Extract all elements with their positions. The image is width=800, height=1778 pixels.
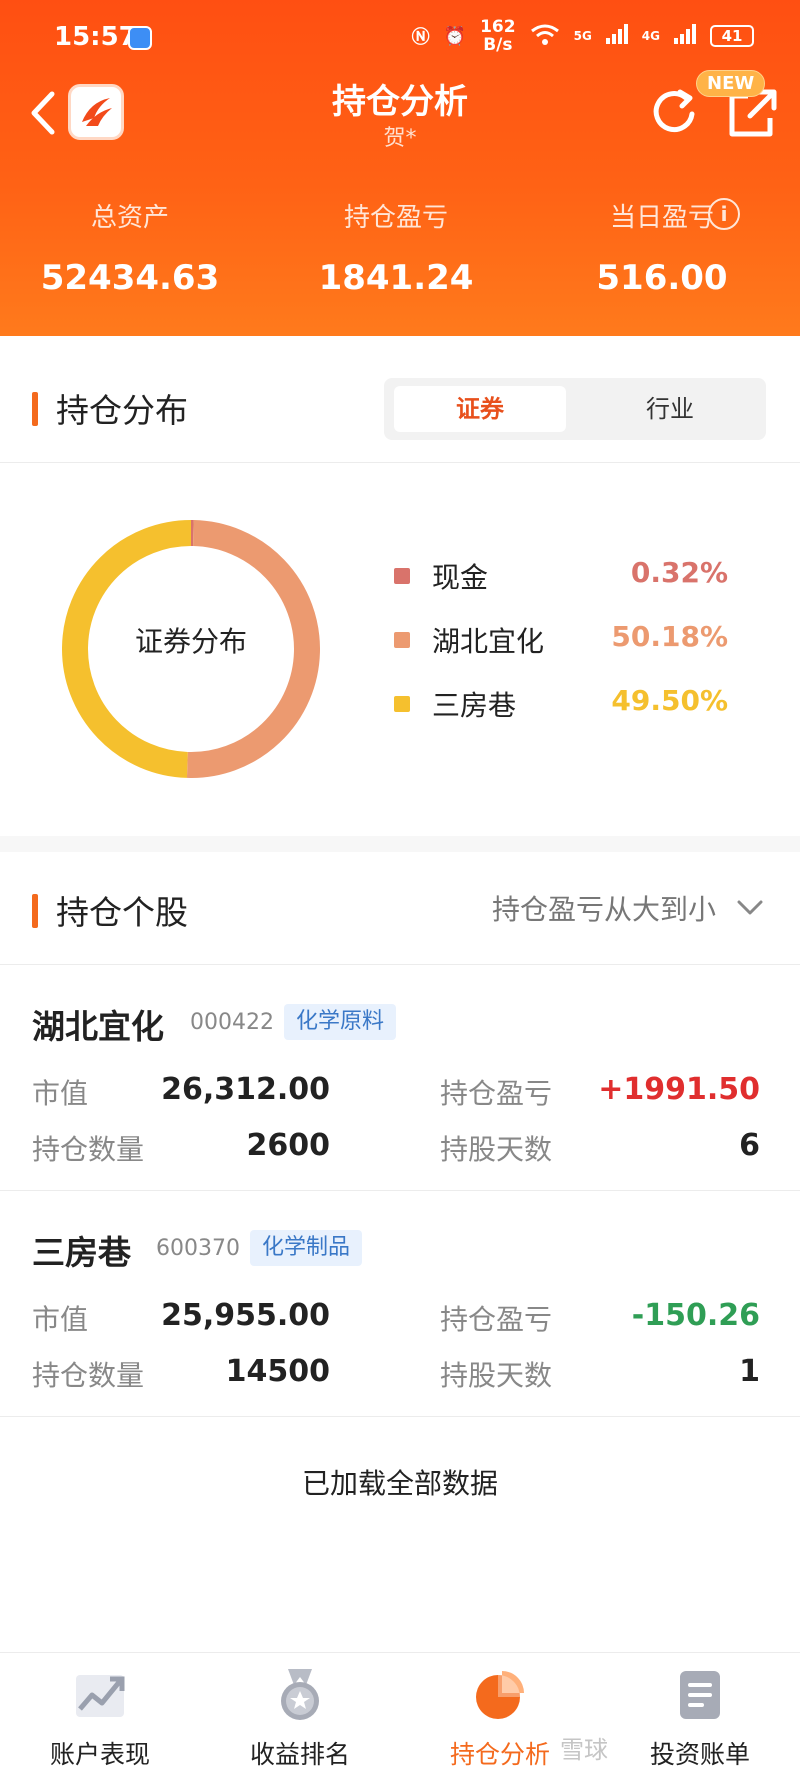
signal-icon (674, 23, 696, 49)
stock-name: 湖北宜化 (32, 1007, 164, 1046)
legend-item: 湖北宜化 50.18% (394, 614, 754, 678)
position-pl-label: 持仓盈亏 (343, 203, 448, 233)
holding-days-value: 1 (739, 1354, 760, 1389)
market-value: 25,955.00 (161, 1298, 330, 1333)
bill-icon (680, 1671, 720, 1719)
distribution-legend: 现金 0.32% 湖北宜化 50.18% 三房巷 49.50% (394, 550, 754, 742)
industry-tag: 化学制品 (250, 1230, 363, 1266)
legend-percent: 49.50% (611, 684, 728, 717)
stock-code: 600370 (156, 1236, 240, 1261)
section-accent-bar (32, 392, 38, 426)
quantity-value: 2600 (246, 1128, 331, 1163)
tab-label: 账户表现 (49, 1740, 150, 1769)
tab-securities[interactable]: 证券 (394, 386, 566, 432)
network-speed: 162 B/s (480, 18, 516, 54)
divider (0, 1190, 800, 1191)
pie-chart-icon (476, 1671, 524, 1719)
legend-name: 湖北宜化 (432, 625, 545, 658)
tab-industry[interactable]: 行业 (584, 386, 756, 432)
section-accent-bar (32, 894, 38, 928)
distribution-title: 持仓分布 (56, 391, 188, 430)
stock-row[interactable]: 湖北宜化 000422 化学原料 市值 26,312.00 持仓盈亏 +1991… (0, 966, 800, 1190)
all-loaded-text: 已加载全部数据 (301, 1467, 498, 1500)
daily-pl: 当日盈亏 516.00 (532, 198, 792, 298)
signal-5g-label: 5G (573, 29, 592, 43)
quantity-value: 14500 (225, 1354, 330, 1389)
legend-item: 现金 0.32% (394, 550, 754, 614)
divider (0, 964, 800, 965)
tab-profit-ranking[interactable]: 收益排名 (200, 1653, 400, 1778)
stock-name: 三房巷 (32, 1233, 131, 1272)
chevron-down-icon (737, 900, 763, 915)
total-assets-label: 总资产 (90, 203, 169, 233)
position-pl-label: 持仓盈亏 (440, 1303, 553, 1336)
legend-swatch (394, 568, 410, 584)
legend-name: 现金 (432, 561, 489, 594)
network-speed-value: 162 (480, 17, 516, 37)
header: 15:57 Ⓝ ⏰ 162 B/s 5G 4G 41 持仓分析 贺* NEW 总… (0, 0, 800, 336)
status-bar: 15:57 Ⓝ ⏰ 162 B/s 5G 4G 41 (0, 0, 800, 76)
market-value: 26,312.00 (161, 1072, 330, 1107)
holding-days-value: 6 (739, 1128, 760, 1163)
legend-item: 三房巷 49.50% (394, 678, 754, 742)
total-assets: 总资产 52434.63 (0, 198, 260, 298)
medal-icon (281, 1669, 319, 1720)
industry-tag: 化学原料 (284, 1004, 397, 1040)
alarm-icon: ⏰ (443, 25, 467, 47)
stock-code: 000422 (190, 1010, 274, 1035)
market-value-label: 市值 (32, 1303, 89, 1336)
bottom-tab-bar: 账户表现 收益排名 持仓分析 投资账单 (0, 1652, 800, 1778)
position-pl: 持仓盈亏 1841.24 (266, 198, 526, 298)
tab-account-performance[interactable]: 账户表现 (0, 1653, 200, 1778)
new-badge: NEW (696, 70, 766, 97)
info-icon[interactable]: i (708, 198, 740, 230)
nfc-icon: Ⓝ (411, 27, 430, 48)
daily-pl-value: 516.00 (596, 258, 728, 298)
sort-label: 持仓盈亏从大到小 (491, 893, 716, 926)
status-time: 15:57 (54, 22, 137, 52)
holding-days-label: 持股天数 (440, 1359, 553, 1392)
watermark: 雪球 (560, 1736, 608, 1764)
wifi-icon (530, 23, 560, 50)
section-gap (0, 836, 800, 852)
asset-summary: 总资产 52434.63 持仓盈亏 1841.24 当日盈亏 516.00 (0, 198, 800, 308)
status-indicators: Ⓝ ⏰ 162 B/s 5G 4G 41 (412, 18, 754, 54)
legend-percent: 0.32% (630, 556, 728, 589)
divider (0, 462, 800, 463)
distribution-toggle: 证券 行业 (384, 378, 766, 440)
legend-percent: 50.18% (611, 620, 728, 653)
refresh-icon[interactable] (646, 84, 702, 140)
battery-icon: 41 (710, 25, 754, 47)
quantity-label: 持仓数量 (32, 1133, 145, 1166)
tab-label: 收益排名 (249, 1740, 350, 1769)
legend-swatch (394, 632, 410, 648)
app-notification-icon (128, 26, 152, 50)
legend-name: 三房巷 (432, 689, 517, 722)
divider (0, 1416, 800, 1417)
total-assets-value: 52434.63 (40, 258, 220, 298)
position-pl-value: 1841.24 (318, 258, 474, 298)
daily-pl-label: 当日盈亏 (609, 203, 714, 233)
position-pl-value: +1991.50 (598, 1072, 760, 1107)
sort-dropdown[interactable]: 持仓盈亏从大到小 (492, 888, 764, 928)
network-speed-unit: B/s (483, 35, 513, 55)
holding-days-label: 持股天数 (440, 1133, 553, 1166)
tab-investment-bill[interactable]: 投资账单 (600, 1653, 800, 1778)
holdings-title: 持仓个股 (56, 893, 188, 932)
signal-4g-label: 4G (641, 29, 660, 43)
tab-label: 投资账单 (649, 1740, 750, 1769)
market-value-label: 市值 (32, 1077, 89, 1110)
quantity-label: 持仓数量 (32, 1359, 145, 1392)
signal-icon (605, 23, 628, 49)
position-pl-value: -150.26 (631, 1298, 760, 1333)
chart-up-icon (76, 1675, 125, 1717)
position-pl-label: 持仓盈亏 (440, 1077, 553, 1110)
legend-swatch (394, 696, 410, 712)
stock-row[interactable]: 三房巷 600370 化学制品 市值 25,955.00 持仓盈亏 -150.2… (0, 1192, 800, 1416)
donut-center-label: 证券分布 (134, 625, 247, 658)
